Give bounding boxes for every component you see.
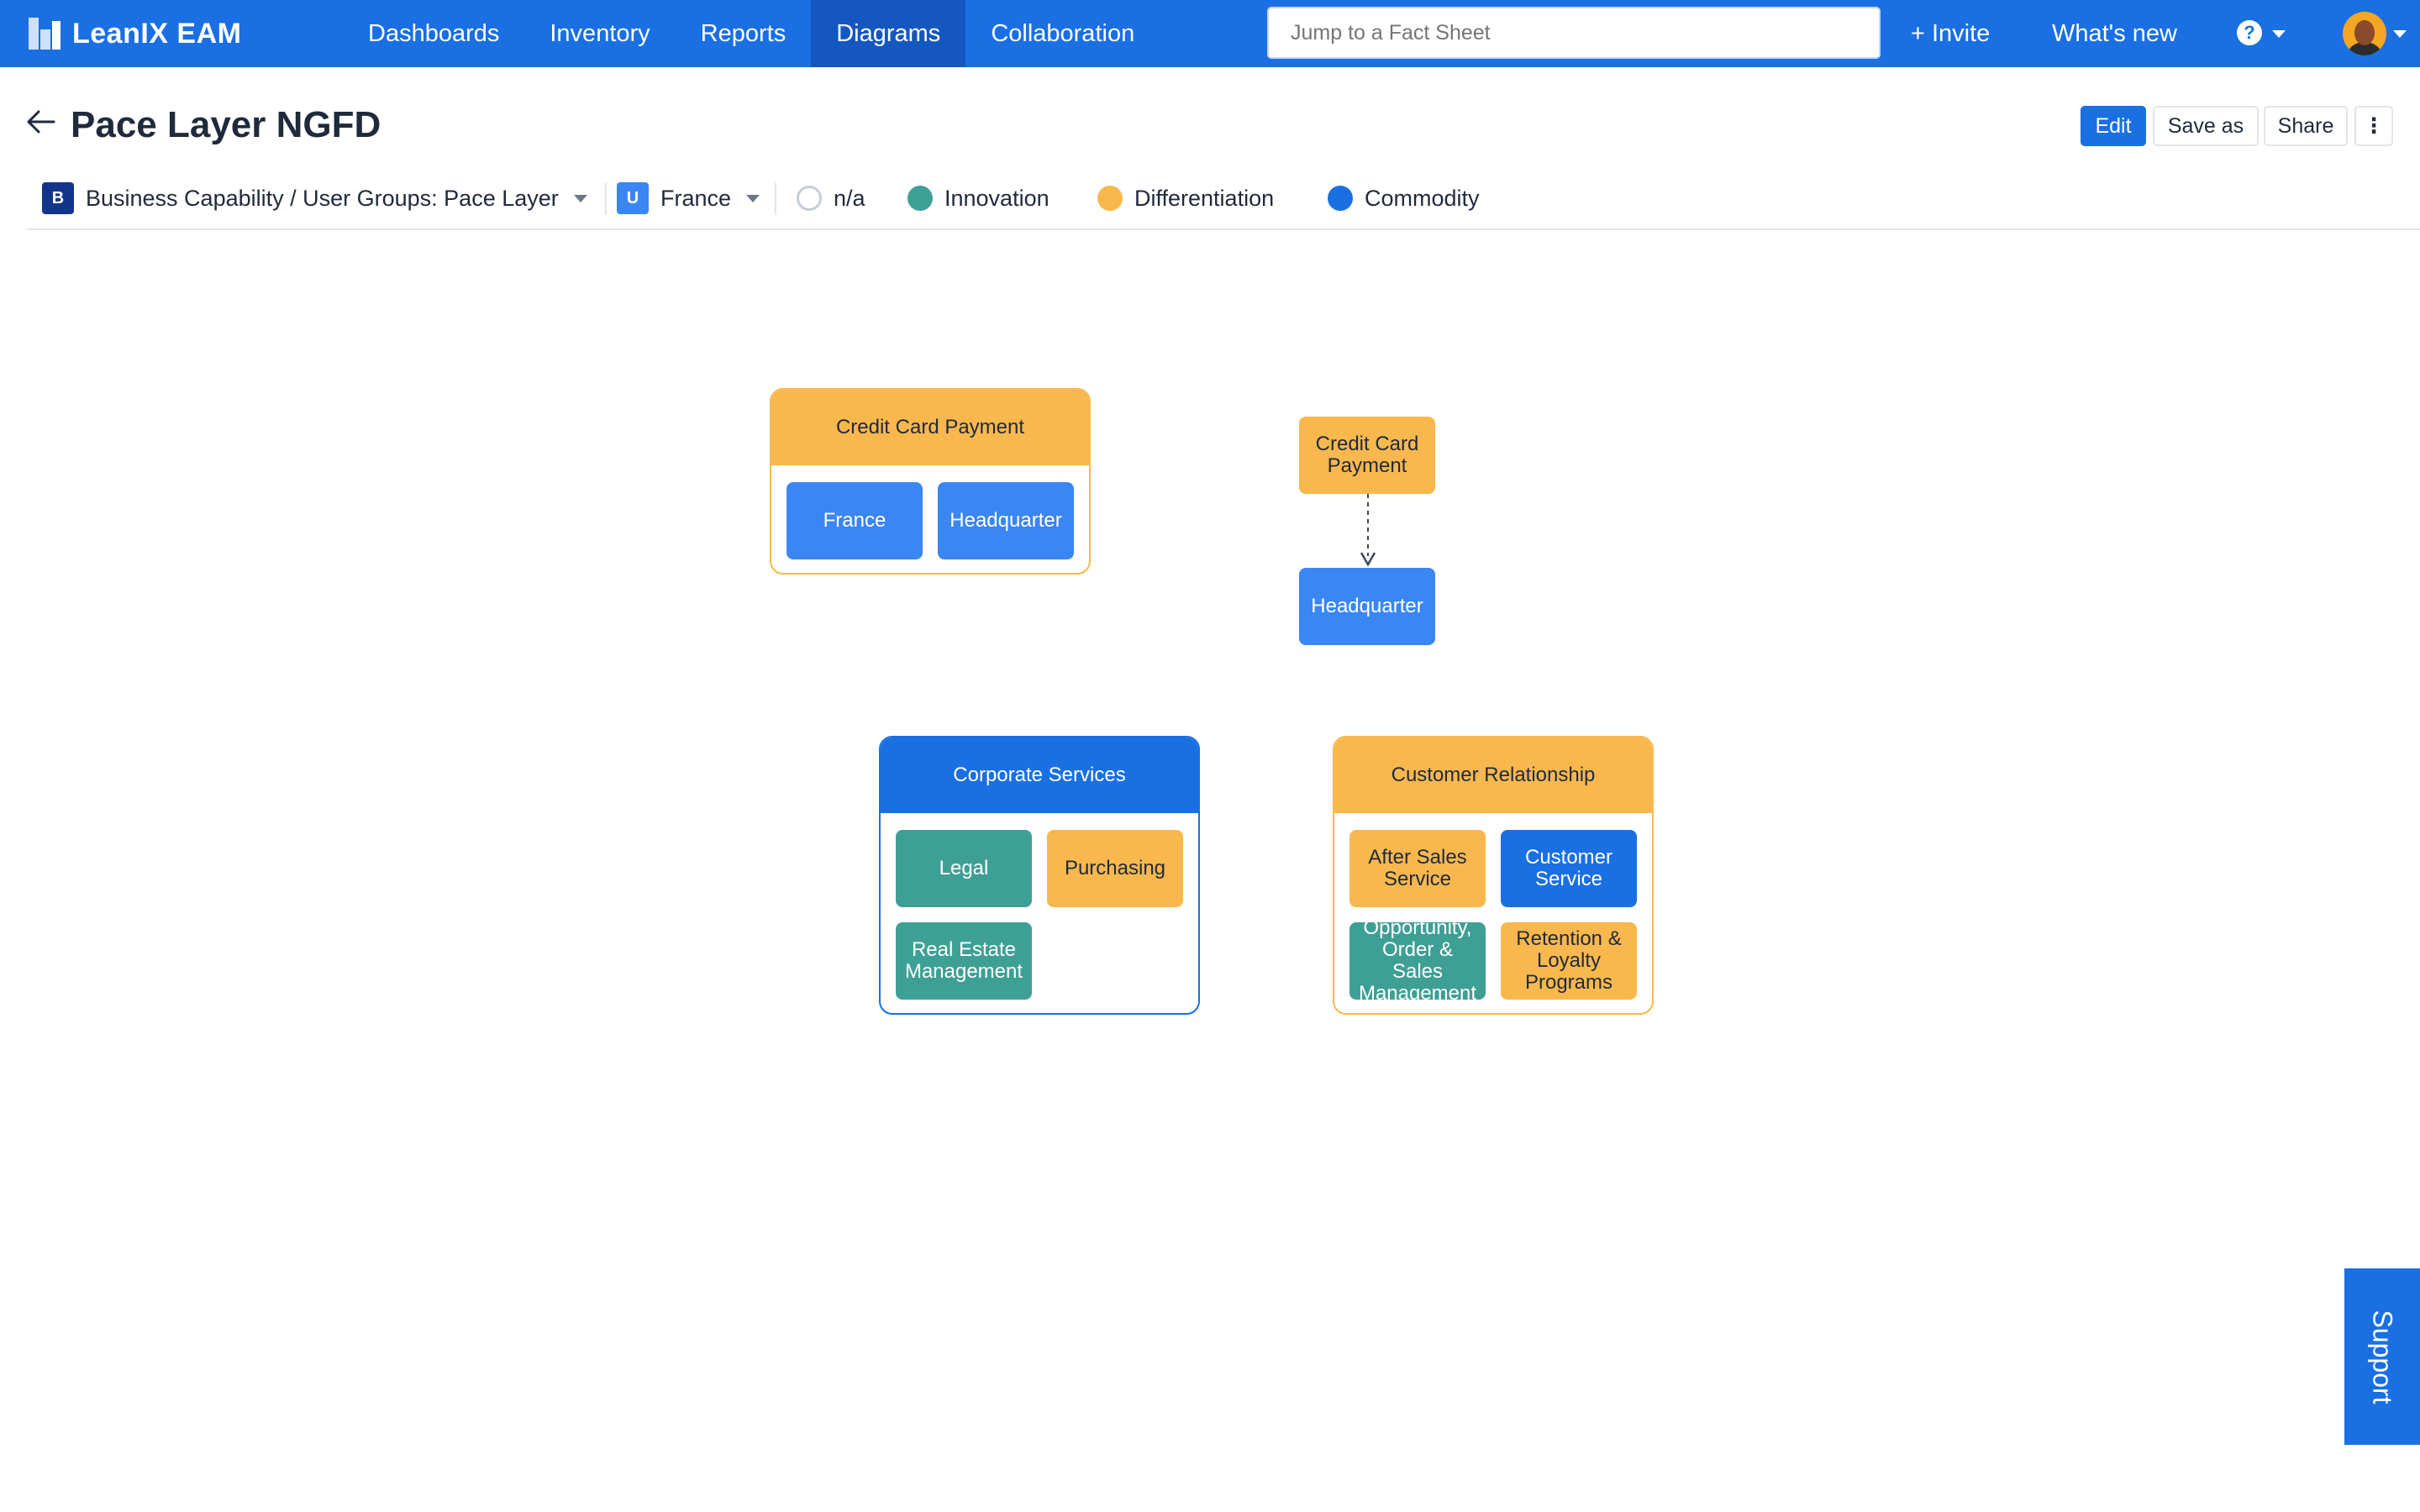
invite-button[interactable]: + Invite bbox=[1911, 0, 1990, 67]
page-title: Pace Layer NGFD bbox=[71, 104, 381, 145]
nav-inventory[interactable]: Inventory bbox=[524, 0, 675, 67]
help-menu-chevron-down-icon[interactable] bbox=[2272, 30, 2286, 38]
nav-reports[interactable]: Reports bbox=[676, 0, 812, 67]
legend-commodity-swatch bbox=[1328, 186, 1353, 211]
capability-box-customer-service[interactable]: Customer Service bbox=[1501, 830, 1637, 907]
question-icon[interactable]: ? bbox=[2237, 20, 2262, 45]
legend-item-na: n/a bbox=[797, 176, 865, 220]
nav-dashboards[interactable]: Dashboards bbox=[343, 0, 524, 67]
legend-item-commodity: Commodity bbox=[1328, 176, 1480, 220]
fact-sheet-search-input[interactable] bbox=[1267, 7, 1881, 59]
capability-box-opportunity-order-sales-management[interactable]: Opportunity, Order & Sales Management bbox=[1349, 917, 1486, 1005]
user-group-badge: U bbox=[617, 182, 649, 214]
leanix-logo-icon bbox=[29, 18, 60, 50]
save-as-button[interactable]: Save as bbox=[2153, 106, 2259, 146]
edit-button[interactable]: Edit bbox=[2081, 106, 2146, 146]
main-nav: Dashboards Inventory Reports Diagrams Co… bbox=[343, 0, 1160, 67]
capability-group-title[interactable]: Customer Relationship bbox=[1334, 738, 1652, 813]
capability-box-retention-loyalty-programs[interactable]: Retention & Loyalty Programs bbox=[1501, 922, 1637, 1000]
business-capability-badge: B bbox=[42, 182, 74, 214]
top-navigation-bar: LeanIX EAM Dashboards Inventory Reports … bbox=[0, 0, 2420, 67]
capability-group-title[interactable]: Credit Card Payment bbox=[771, 390, 1089, 465]
capability-box-real-estate-management[interactable]: Real Estate Management bbox=[896, 922, 1032, 1000]
legend-differentiation-swatch bbox=[1097, 186, 1123, 211]
view-filter-bar: B Business Capability / User Groups: Pac… bbox=[27, 176, 2420, 230]
chevron-down-icon bbox=[573, 194, 587, 202]
capability-group-credit-card-payment[interactable]: Credit Card Payment France Headquarter bbox=[770, 388, 1091, 575]
user-group-selector[interactable]: U France bbox=[617, 176, 760, 220]
capability-group-corporate-services[interactable]: Corporate Services Legal Purchasing Real… bbox=[879, 736, 1200, 1015]
legend-innovation-swatch bbox=[908, 186, 933, 211]
support-tab-button[interactable]: Support bbox=[2344, 1268, 2420, 1445]
capability-box-after-sales-service[interactable]: After Sales Service bbox=[1349, 830, 1486, 907]
user-group-box-headquarter-target[interactable]: Headquarter bbox=[1299, 568, 1435, 645]
back-arrow-icon[interactable] bbox=[25, 109, 55, 134]
share-button[interactable]: Share bbox=[2264, 106, 2348, 146]
user-avatar[interactable] bbox=[2343, 12, 2386, 55]
chevron-down-icon bbox=[746, 194, 760, 202]
nav-collaboration[interactable]: Collaboration bbox=[965, 0, 1160, 67]
dependency-arrow-icon bbox=[1360, 494, 1376, 567]
capability-group-title[interactable]: Corporate Services bbox=[881, 738, 1198, 813]
user-group-label: France bbox=[660, 185, 732, 211]
capability-group-customer-relationship[interactable]: Customer Relationship After Sales Servic… bbox=[1333, 736, 1654, 1015]
user-group-box-france[interactable]: France bbox=[786, 482, 923, 559]
legend-item-differentiation: Differentiation bbox=[1097, 176, 1274, 220]
whats-new-link[interactable]: What's new bbox=[2052, 0, 2177, 67]
capability-box-legal[interactable]: Legal bbox=[896, 830, 1032, 907]
app-name: LeanIX EAM bbox=[72, 17, 242, 50]
capability-box-credit-card-payment[interactable]: Credit Card Payment bbox=[1299, 417, 1435, 494]
legend-item-innovation: Innovation bbox=[908, 176, 1050, 220]
capability-box-purchasing[interactable]: Purchasing bbox=[1047, 830, 1183, 907]
view-selector[interactable]: B Business Capability / User Groups: Pac… bbox=[42, 176, 587, 220]
nav-diagrams[interactable]: Diagrams bbox=[811, 0, 966, 67]
user-menu-chevron-down-icon[interactable] bbox=[2393, 30, 2407, 38]
legend-na-swatch bbox=[797, 186, 822, 211]
app-logo[interactable]: LeanIX EAM bbox=[29, 0, 241, 67]
user-group-box-headquarter[interactable]: Headquarter bbox=[938, 482, 1074, 559]
view-selector-label: Business Capability / User Groups: Pace … bbox=[86, 185, 559, 211]
more-options-icon[interactable]: ⋮ bbox=[2354, 106, 2393, 146]
